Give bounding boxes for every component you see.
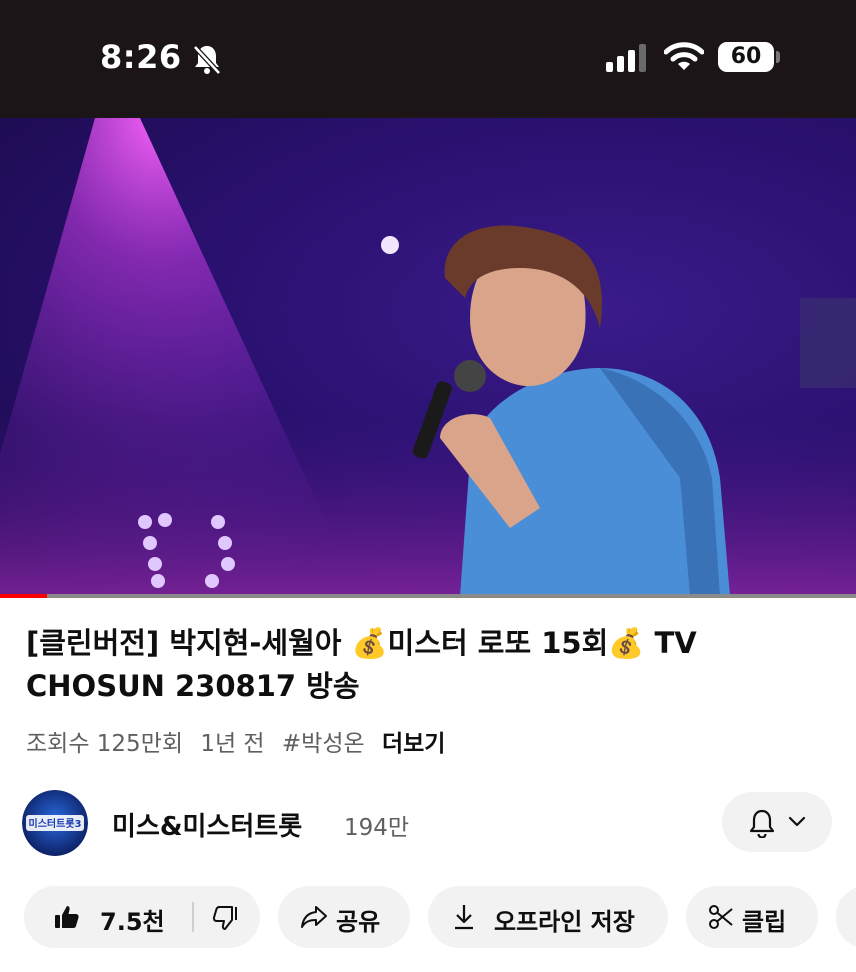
scissors-icon (709, 905, 733, 929)
more-button[interactable]: 더보기 (382, 731, 445, 757)
upload-age: 1년 전 (200, 731, 265, 757)
bell-off-icon (193, 45, 221, 75)
download-icon (455, 905, 473, 930)
clip-button[interactable]: 클립 (686, 886, 818, 948)
thumbs-down-icon (212, 906, 237, 930)
download-label: 오프라인 저장 (494, 908, 635, 936)
status-bar: 8:26 60 (0, 0, 856, 118)
chevron-down-icon (788, 816, 806, 827)
channel-logo: 미스터트롯3 (22, 790, 88, 856)
cellular-signal-icon (606, 44, 646, 72)
view-count: 조회수 125만회 (26, 731, 184, 757)
video-frame (0, 118, 856, 596)
more-actions-button[interactable] (836, 886, 856, 948)
like-divider (192, 902, 194, 932)
thumbs-up-icon (55, 906, 79, 928)
channel-avatar[interactable]: 미스터트롯3 (22, 790, 88, 856)
share-icon (301, 906, 327, 928)
wifi-icon (664, 42, 704, 70)
subscriber-count: 194만 (344, 815, 410, 841)
video-meta-row[interactable]: 조회수 125만회 1년 전 #박성온 더보기 (26, 724, 455, 758)
like-count: 7.5천 (100, 908, 165, 936)
video-title[interactable]: [클린버전] 박지현-세월아 💰미스터 로또 15회💰 TV CHOSUN 23… (26, 622, 826, 708)
hashtag-link[interactable]: #박성온 (282, 731, 365, 757)
clip-label: 클립 (742, 908, 787, 936)
download-button[interactable]: 오프라인 저장 (428, 886, 668, 948)
battery-nub (776, 51, 780, 63)
action-bar: 7.5천 공유 오프라인 저장 클립 (0, 886, 856, 952)
dislike-button[interactable] (196, 886, 260, 948)
like-button[interactable]: 7.5천 (24, 886, 192, 948)
channel-logo-text: 미스터트롯3 (29, 817, 82, 830)
share-button[interactable]: 공유 (278, 886, 410, 948)
subscription-bell-button[interactable] (722, 792, 832, 852)
battery-icon: 60 (718, 42, 774, 72)
status-time: 8:26 (100, 38, 182, 76)
share-label: 공유 (336, 908, 381, 936)
channel-name[interactable]: 미스&미스터트롯 (112, 806, 302, 843)
bell-icon (749, 809, 775, 838)
video-player[interactable] (0, 118, 856, 596)
like-dislike-group: 7.5천 (24, 886, 260, 948)
